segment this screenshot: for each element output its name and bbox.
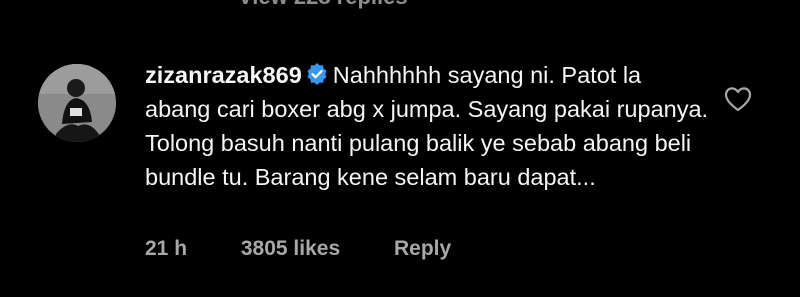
likes-count[interactable]: 3805 likes [241, 237, 340, 260]
comment-timestamp[interactable]: 21 h [145, 237, 187, 260]
avatar-photo [38, 64, 116, 142]
comment-meta: 21 h 3805 likes Reply [145, 237, 499, 261]
verified-badge-icon [307, 63, 327, 85]
reply-button[interactable]: Reply [394, 237, 451, 260]
view-replies-link[interactable]: View 228 replies [238, 0, 408, 10]
comment-username[interactable]: zizanrazak869 [145, 62, 302, 88]
comment-body: zizanrazak869 Nahhhhhh sayang ni. Patot … [145, 58, 710, 194]
heart-outline-icon[interactable] [724, 86, 752, 112]
avatar[interactable] [38, 64, 116, 142]
